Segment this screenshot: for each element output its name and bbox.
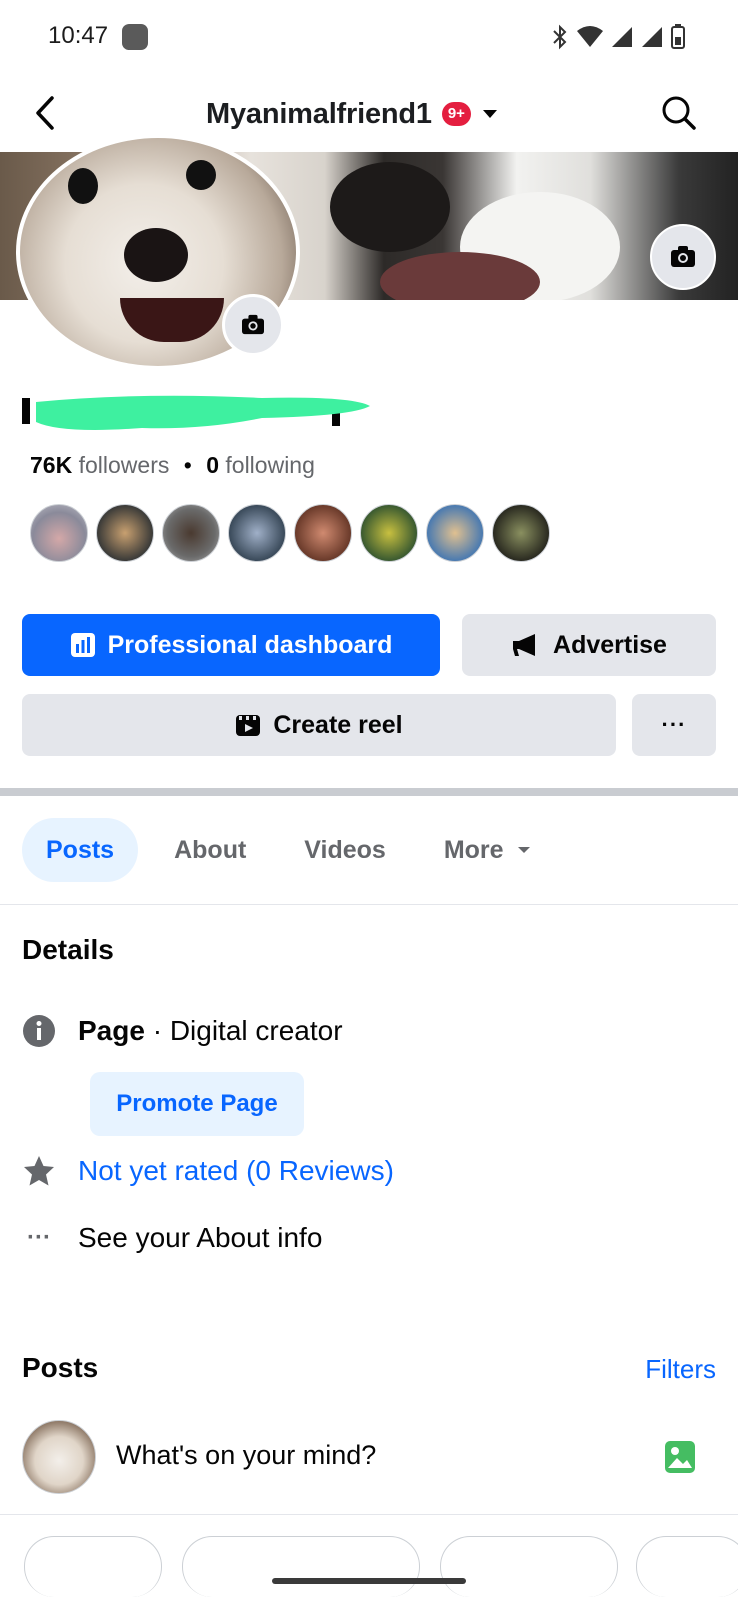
professional-dashboard-label: Professional dashboard (107, 630, 393, 659)
followers-count: 76K (30, 452, 73, 478)
tab-posts[interactable]: Posts (22, 818, 139, 882)
follower-avatar[interactable] (360, 504, 418, 562)
star-icon (24, 1156, 54, 1186)
followers-separator: • (183, 452, 192, 478)
battery-icon (671, 24, 685, 49)
profile-avatar[interactable] (16, 134, 300, 370)
status-bar: 10:47 (0, 0, 738, 76)
follower-avatar[interactable] (228, 504, 286, 562)
section-separator (0, 788, 738, 796)
back-arrow-icon (36, 96, 54, 130)
professional-dashboard-button[interactable]: Professional dashboard (22, 614, 440, 676)
followers-label: followers (78, 452, 170, 478)
redacted-profile-name (22, 395, 370, 430)
filters-button[interactable]: Filters (645, 1354, 716, 1385)
posts-title: Posts (22, 1352, 99, 1383)
status-time: 10:47 (48, 22, 109, 49)
composer-avatar[interactable] (22, 1420, 96, 1494)
camera-icon (242, 314, 264, 335)
signal-icon (642, 27, 662, 47)
dashboard-icon (70, 633, 95, 657)
camera-icon (671, 246, 695, 267)
caret-down-icon (482, 110, 497, 118)
create-reel-button[interactable]: Create reel (22, 694, 616, 756)
page-type-label: Page (78, 1015, 145, 1046)
tab-more-label: More (443, 835, 504, 864)
details-title: Details (22, 934, 114, 965)
rating-link: Not yet rated (0 Reviews) (78, 1155, 394, 1186)
post-option-chip[interactable] (182, 1536, 420, 1597)
dog-eye (186, 160, 216, 190)
dog-mouth (120, 298, 224, 342)
photo-icon[interactable] (664, 1440, 696, 1474)
dog-eye (68, 168, 98, 204)
notification-dot-icon (122, 24, 148, 50)
rating-row[interactable]: Not yet rated (0 Reviews) (22, 1154, 394, 1188)
follower-avatar[interactable] (162, 504, 220, 562)
notification-badge: 9+ (441, 102, 471, 126)
follower-avatar[interactable] (294, 504, 352, 562)
cover-dog-nose (330, 162, 450, 252)
tab-more[interactable]: More (420, 818, 556, 882)
signal-icon (612, 27, 632, 47)
follower-avatar[interactable] (96, 504, 154, 562)
tab-about[interactable]: About (150, 818, 270, 882)
follower-avatar[interactable] (426, 504, 484, 562)
status-icons (550, 22, 686, 52)
follower-avatars (30, 504, 550, 562)
post-option-chip[interactable] (24, 1536, 162, 1597)
edit-cover-camera-button[interactable] (650, 224, 716, 290)
create-reel-label: Create reel (273, 710, 403, 739)
edit-avatar-camera-button[interactable] (222, 294, 284, 356)
follower-avatar[interactable] (30, 504, 88, 562)
advertise-label: Advertise (553, 630, 667, 659)
post-option-chip[interactable] (440, 1536, 618, 1597)
following-label: following (225, 452, 315, 478)
profile-tabs: Posts About Videos More (22, 818, 556, 882)
advertise-button[interactable]: Advertise (462, 614, 716, 676)
more-options-icon: ··· (661, 712, 687, 737)
composer-divider (0, 1514, 738, 1515)
tab-videos[interactable]: Videos (280, 818, 410, 882)
reel-icon (236, 715, 261, 736)
tabs-divider (0, 904, 738, 905)
home-indicator[interactable] (272, 1578, 466, 1584)
page-switcher[interactable]: Myanimalfriend1 9+ (206, 94, 499, 134)
follower-avatar[interactable] (492, 504, 550, 562)
page-category-text: Page · Digital creator (78, 1015, 343, 1047)
search-button[interactable] (656, 90, 702, 136)
page-category-row: Page · Digital creator (22, 1014, 343, 1048)
following-count: 0 (206, 452, 219, 478)
post-option-chip[interactable] (636, 1536, 738, 1597)
bluetooth-icon (553, 24, 567, 50)
megaphone-icon (513, 634, 536, 656)
page-title: Myanimalfriend1 (206, 97, 432, 130)
wifi-icon (577, 26, 603, 47)
info-icon (23, 1015, 55, 1047)
search-icon (662, 96, 696, 130)
promote-page-button[interactable]: Promote Page (90, 1072, 304, 1136)
more-options-button[interactable]: ··· (632, 694, 716, 756)
about-info-row[interactable]: ··· See your About info (22, 1222, 322, 1254)
caret-down-icon (517, 847, 530, 853)
ellipsis-icon: ··· (27, 1224, 51, 1251)
back-button[interactable] (22, 90, 68, 136)
followers-line[interactable]: 76K followers • 0 following (30, 452, 315, 479)
composer-input[interactable]: What's on your mind? (116, 1440, 376, 1471)
page-category: · Digital creator (144, 1015, 343, 1046)
dog-nose (124, 228, 188, 282)
about-info-text: See your About info (78, 1222, 323, 1253)
